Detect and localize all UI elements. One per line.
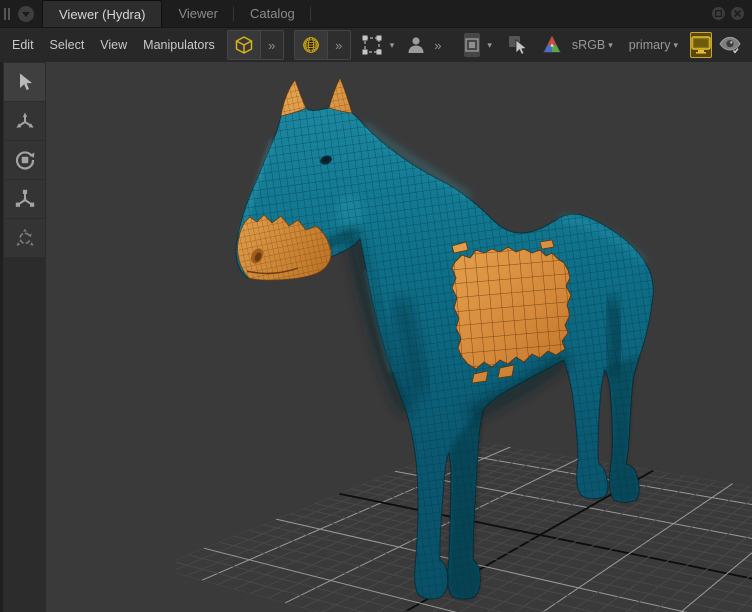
horse-model[interactable]: [235, 76, 654, 600]
restore-icon: [715, 10, 722, 17]
pane-drag-handle[interactable]: [0, 0, 14, 27]
cube-icon: [235, 36, 252, 54]
marquee-icon: [362, 35, 382, 55]
tool-translate[interactable]: [4, 102, 45, 140]
close-icon: [734, 10, 741, 17]
eye-check-icon: [719, 36, 741, 54]
horse-wireframe-overlay: [236, 78, 654, 600]
pane-window-buttons: [712, 0, 752, 27]
menu-manipulators[interactable]: Manipulators: [143, 38, 215, 52]
tab-bar: Viewer (Hydra) Viewer Catalog: [0, 0, 752, 28]
monitor-icon: [691, 36, 711, 54]
shaded-square-icon: [465, 38, 479, 52]
proxy-display-button[interactable]: [406, 32, 426, 58]
shading-mode-expander[interactable]: »: [259, 31, 283, 59]
viewer-window: Viewer (Hydra) Viewer Catalog Edit Selec…: [0, 0, 752, 612]
tool-scale[interactable]: [4, 180, 45, 218]
scale-icon: [15, 189, 34, 207]
subdiv-display-expander[interactable]: »: [326, 31, 350, 59]
person-icon: [408, 37, 424, 53]
proxy-expander[interactable]: »: [434, 38, 441, 53]
translate-icon: [15, 112, 34, 128]
rgb-triangle-icon: [542, 35, 561, 53]
hydra-3d-viewport[interactable]: [46, 62, 752, 612]
menu-select[interactable]: Select: [50, 38, 85, 52]
close-pane-button[interactable]: [731, 7, 744, 20]
restore-pane-button[interactable]: [712, 7, 725, 20]
wire-sphere-icon: [302, 37, 319, 53]
tab-label: Viewer (Hydra): [59, 6, 146, 22]
panel-menu-button[interactable]: [18, 5, 34, 22]
visibility-toggle[interactable]: [718, 32, 742, 58]
menu-view[interactable]: View: [100, 38, 127, 52]
channel-display-button[interactable]: [540, 32, 564, 58]
triangle-down-icon: [22, 11, 30, 17]
tab-viewer-hydra[interactable]: Viewer (Hydra): [42, 0, 163, 27]
selection-behavior-button[interactable]: [506, 32, 530, 58]
select-arrow-icon: [19, 73, 32, 90]
tool-rotate[interactable]: [4, 141, 45, 179]
tab-viewer[interactable]: Viewer: [162, 0, 234, 27]
shading-mode-group: »: [226, 30, 284, 60]
colorspace-dropdown[interactable]: sRGB: [572, 38, 605, 52]
tool-orbit-pivot[interactable]: [4, 219, 45, 257]
menu-edit[interactable]: Edit: [12, 38, 34, 52]
viewer-toolbar: Edit Select View Manipulators » » ▾ » ▾ …: [0, 28, 752, 62]
shading-mode-button[interactable]: [227, 31, 260, 59]
display-mode-caret[interactable]: ▾: [487, 40, 492, 51]
display-mode-button[interactable]: [463, 33, 481, 57]
tab-label: Viewer: [178, 6, 218, 21]
tool-select[interactable]: [4, 63, 45, 101]
view-target-dropdown[interactable]: primary: [629, 38, 671, 52]
colorspace-caret[interactable]: ▾: [608, 40, 613, 51]
manipulator-tool-column: [0, 62, 46, 612]
render-to-monitor-toggle[interactable]: [690, 32, 712, 58]
subdiv-display-group: »: [293, 30, 351, 60]
rotate-icon: [15, 151, 34, 170]
cursor-box-icon: [508, 36, 528, 55]
marquee-select-button[interactable]: [361, 32, 383, 58]
view-target-caret[interactable]: ▾: [673, 40, 678, 51]
subdiv-display-button[interactable]: [294, 31, 327, 59]
tab-label: Catalog: [249, 6, 295, 21]
orbit-pivot-icon: [15, 228, 34, 246]
viewport-canvas[interactable]: [46, 62, 752, 612]
tab-catalog[interactable]: Catalog: [234, 0, 311, 27]
marquee-caret[interactable]: ▾: [390, 40, 395, 51]
